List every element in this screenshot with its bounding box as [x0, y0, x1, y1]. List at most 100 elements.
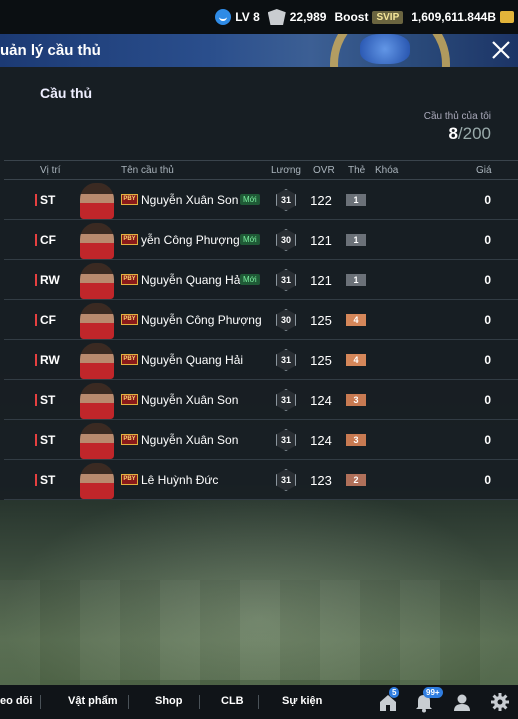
col-position[interactable]: Vị trí: [40, 165, 61, 176]
divider: [40, 695, 41, 709]
player-ovr: 123: [310, 473, 332, 488]
player-avatar: [80, 463, 114, 499]
level-display: LV 8: [215, 9, 260, 25]
bp-display[interactable]: 1,609,611.844B: [411, 10, 514, 24]
player-ovr: 124: [310, 393, 332, 408]
season-badge-icon: PBY: [121, 354, 138, 365]
count-max: /200: [457, 124, 491, 143]
player-position: ST: [34, 433, 56, 447]
shield-coin-icon: [267, 9, 286, 25]
player-list: ST PBY Nguyễn Xuân Son Mới 31 122 1 0 CF PBY yễn C…: [4, 180, 518, 500]
table-row[interactable]: RW PBY Nguyễn Quang Hải 31 125 4 0: [4, 340, 518, 380]
tab-items[interactable]: Vật phẩm: [68, 695, 118, 707]
grass: [0, 580, 518, 685]
player-price: 0: [484, 353, 491, 367]
bp-icon: [500, 11, 514, 23]
new-badge: Mới: [240, 194, 260, 205]
table-row[interactable]: ST PBY Nguyễn Xuân Son 31 124 3 0: [4, 380, 518, 420]
tab-events[interactable]: Sự kiện: [282, 695, 322, 707]
player-count: Cầu thủ của tôi 8/200: [424, 111, 491, 144]
page-title: uản lý cầu thủ: [0, 42, 101, 59]
table-header: Vị trí Tên cầu thủ Lương OVR Thẻ Khóa Gi…: [4, 160, 518, 180]
table-row[interactable]: ST PBY Lê Huỳnh Đức 31 123 2 0: [4, 460, 518, 500]
player-price: 0: [484, 233, 491, 247]
table-row[interactable]: RW PBY Nguyễn Quang Hả Mới 31 121 1 0: [4, 260, 518, 300]
salary-badge: 30: [276, 229, 296, 251]
player-count-value: 8/200: [424, 124, 491, 144]
season-badge-icon: PBY: [121, 434, 138, 445]
table-row[interactable]: CF PBY yễn Công Phượng Mới 30 121 1 0: [4, 220, 518, 260]
player-avatar: [80, 263, 114, 299]
col-lock[interactable]: Khóa: [375, 165, 398, 176]
tab-shop[interactable]: Shop: [155, 695, 183, 707]
salary-badge: 31: [276, 349, 296, 371]
table-row[interactable]: ST PBY Nguyễn Xuân Son Mới 31 122 1 0: [4, 180, 518, 220]
player-avatar: [80, 303, 114, 339]
card-grade-badge: 3: [346, 434, 366, 446]
table-row[interactable]: ST PBY Nguyễn Xuân Son 31 124 3 0: [4, 420, 518, 460]
player-position: CF: [35, 233, 56, 247]
player-ovr: 125: [310, 313, 332, 328]
player-name: Nguyễn Quang Hả: [141, 273, 241, 287]
player-price: 0: [484, 433, 491, 447]
boost-display[interactable]: Boost SVIP: [334, 10, 404, 24]
player-name: Nguyễn Xuân Son: [141, 433, 239, 447]
player-position: RW: [35, 353, 60, 367]
tab-club[interactable]: CLB: [221, 695, 244, 707]
player-price: 0: [484, 313, 491, 327]
status-bar: LV 8 22,989 Boost SVIP 1,609,611.844B: [0, 0, 518, 34]
season-badge-icon: PBY: [121, 394, 138, 405]
player-ovr: 124: [310, 433, 332, 448]
gem-decoration: [360, 34, 410, 64]
divider: [258, 695, 259, 709]
col-card[interactable]: Thẻ: [348, 165, 365, 176]
player-count-label: Cầu thủ của tôi: [423, 111, 491, 122]
player-name: Nguyễn Xuân Son: [141, 393, 239, 407]
salary-badge: 31: [276, 389, 296, 411]
card-grade-badge: 3: [346, 394, 366, 406]
boost-label: Boost: [334, 10, 369, 24]
table-row[interactable]: CF PBY Nguyễn Công Phượng 30 125 4 0: [4, 300, 518, 340]
svip-badge: SVIP: [372, 10, 404, 24]
level-label: LV 8: [235, 10, 260, 24]
player-price: 0: [484, 393, 491, 407]
user-icon[interactable]: [451, 691, 473, 713]
season-badge-icon: PBY: [121, 194, 138, 205]
close-icon[interactable]: [490, 39, 512, 61]
bp-amount: 1,609,611.844B: [411, 10, 496, 24]
player-name: yễn Công Phượng: [141, 233, 240, 247]
player-price: 0: [484, 473, 491, 487]
col-salary[interactable]: Lương: [271, 165, 301, 176]
tab-follow[interactable]: eo dõi: [0, 695, 32, 707]
divider: [128, 695, 129, 709]
coin-display[interactable]: 22,989: [267, 9, 326, 25]
card-grade-badge: 2: [346, 474, 366, 486]
player-avatar: [80, 423, 114, 459]
player-avatar: [80, 183, 114, 219]
player-name: Nguyễn Xuân Son: [141, 193, 239, 207]
player-avatar: [80, 223, 114, 259]
season-badge-icon: PBY: [121, 234, 138, 245]
card-grade-badge: 1: [346, 194, 366, 206]
season-badge-icon: PBY: [121, 474, 138, 485]
new-badge: Mới: [240, 234, 260, 245]
salary-badge: 31: [276, 469, 296, 491]
col-price[interactable]: Giá: [476, 165, 492, 176]
new-badge: Mới: [240, 274, 260, 285]
bell-badge: 99+: [423, 687, 443, 698]
player-panel: Cầu thủ Cầu thủ của tôi 8/200 Vị trí Tên…: [0, 67, 518, 500]
salary-badge: 31: [276, 269, 296, 291]
player-price: 0: [484, 273, 491, 287]
player-name: Nguyễn Quang Hải: [141, 353, 244, 367]
col-ovr[interactable]: OVR: [313, 165, 335, 176]
card-grade-badge: 1: [346, 234, 366, 246]
divider: [199, 695, 200, 709]
gear-icon[interactable]: [489, 691, 511, 713]
player-ovr: 121: [310, 273, 332, 288]
player-position: RW: [35, 273, 60, 287]
player-position: ST: [34, 393, 56, 407]
col-name[interactable]: Tên cầu thủ: [121, 165, 174, 176]
profile-face-icon: [215, 9, 232, 25]
card-grade-badge: 1: [346, 274, 366, 286]
player-name: Lê Huỳnh Đức: [141, 473, 219, 487]
